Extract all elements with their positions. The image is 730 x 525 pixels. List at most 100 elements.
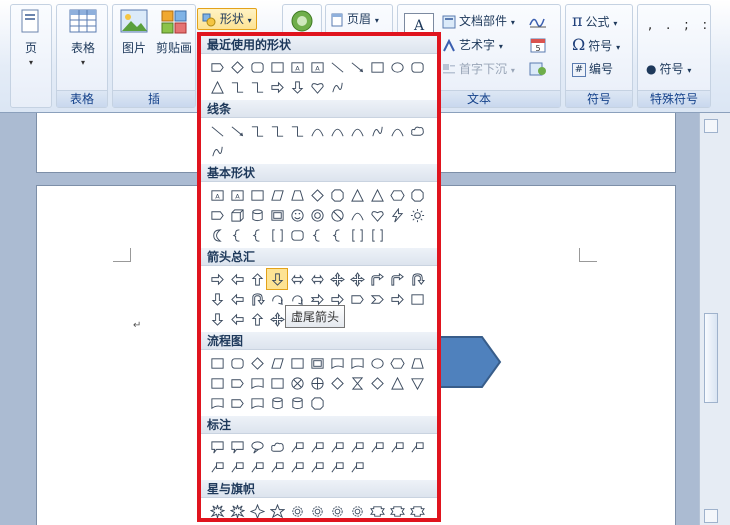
shape-brace-icon[interactable] — [367, 225, 387, 245]
shape-chevron-icon[interactable] — [367, 289, 387, 309]
shape-curve-icon[interactable] — [327, 121, 347, 141]
shape-heart-icon[interactable] — [307, 77, 327, 97]
shape-uturn-icon[interactable] — [247, 289, 267, 309]
shape-can-icon[interactable] — [287, 393, 307, 413]
shape-darrow-icon[interactable] — [287, 77, 307, 97]
shape-linecall-icon[interactable] — [307, 457, 327, 477]
shape-rarrow-icon[interactable] — [267, 77, 287, 97]
shape-quad-icon[interactable] — [347, 269, 367, 289]
shape-pent-icon[interactable] — [227, 373, 247, 393]
shape-rarrow-icon[interactable] — [387, 289, 407, 309]
shape-diamond-icon[interactable] — [367, 373, 387, 393]
shape-curve-icon[interactable] — [347, 205, 367, 225]
shape-oval-icon[interactable] — [367, 353, 387, 373]
shape-trap-icon[interactable] — [407, 353, 427, 373]
shape-curve-icon[interactable] — [347, 121, 367, 141]
shape-linecall-icon[interactable] — [387, 437, 407, 457]
shape-linecall-icon[interactable] — [407, 437, 427, 457]
shape-frame-icon[interactable] — [307, 353, 327, 373]
shape-para-icon[interactable] — [267, 185, 287, 205]
shape-uarrow-icon[interactable] — [247, 309, 267, 329]
shape-ovalcall-icon[interactable] — [247, 437, 267, 457]
shape-rect-icon[interactable] — [407, 289, 427, 309]
shape-linecall-icon[interactable] — [287, 457, 307, 477]
vertical-scrollbar[interactable] — [699, 113, 730, 525]
shape-scribble-icon[interactable] — [367, 121, 387, 141]
shape-elbow-icon[interactable] — [247, 121, 267, 141]
numbering-button[interactable]: # 编号 — [572, 59, 613, 79]
shape-larrow-icon[interactable] — [227, 289, 247, 309]
shape-oct-icon[interactable] — [327, 185, 347, 205]
shape-ribbon-icon[interactable] — [367, 501, 387, 518]
shape-oval-icon[interactable] — [387, 57, 407, 77]
ruler-toggle-icon[interactable] — [704, 119, 718, 133]
shape-ribbon-icon[interactable] — [207, 521, 227, 522]
shape-bracket-icon[interactable] — [247, 225, 267, 245]
shape-burst-icon[interactable] — [227, 501, 247, 518]
shape-doc-icon[interactable] — [247, 373, 267, 393]
shape-rect-icon[interactable] — [207, 353, 227, 373]
shape-tri-icon[interactable] — [367, 185, 387, 205]
shape-hourglass-icon[interactable] — [347, 373, 367, 393]
shape-orj-icon[interactable] — [307, 373, 327, 393]
shape-curve-icon[interactable] — [387, 121, 407, 141]
shape-rrect-icon[interactable] — [287, 225, 307, 245]
scroll-thumb[interactable] — [704, 313, 718, 403]
shape-rrect-icon[interactable] — [407, 57, 427, 77]
shape-noSym-icon[interactable] — [327, 205, 347, 225]
shape-merge-icon[interactable] — [407, 373, 427, 393]
shape-smile-icon[interactable] — [287, 205, 307, 225]
shape-oct-icon[interactable] — [407, 185, 427, 205]
shape-linecall-icon[interactable] — [207, 457, 227, 477]
shape-hex-icon[interactable] — [387, 353, 407, 373]
shape-linecall-icon[interactable] — [227, 457, 247, 477]
shape-rect-icon[interactable] — [267, 57, 287, 77]
shape-quad-icon[interactable] — [327, 269, 347, 289]
shape-rrect-icon[interactable] — [227, 353, 247, 373]
shape-curve-icon[interactable] — [307, 121, 327, 141]
object-button[interactable] — [528, 61, 548, 80]
shape-brace-icon[interactable] — [347, 225, 367, 245]
shape-rect-icon[interactable] — [267, 373, 287, 393]
datetime-button[interactable]: 5 — [530, 37, 546, 56]
shape-scribble-icon[interactable] — [327, 77, 347, 97]
shape-pent-icon[interactable] — [347, 289, 367, 309]
shape-lrarrow-icon[interactable] — [307, 269, 327, 289]
dropcap-button[interactable]: 首字下沉 ▾ — [442, 59, 515, 79]
shape-seal-icon[interactable] — [307, 501, 327, 518]
shape-scribble-icon[interactable] — [207, 141, 227, 161]
shape-cloud-icon[interactable] — [267, 437, 287, 457]
shape-can-icon[interactable] — [247, 205, 267, 225]
shape-darrow-icon[interactable] — [207, 289, 227, 309]
shape-linecall-icon[interactable] — [307, 437, 327, 457]
shape-textbox-icon[interactable]: A — [207, 185, 227, 205]
shape-wave-icon[interactable] — [247, 521, 267, 522]
shape-burst-icon[interactable] — [207, 501, 227, 518]
shape-elbow-icon[interactable] — [267, 121, 287, 141]
shape-elbow-icon[interactable] — [227, 77, 247, 97]
shape-seal-icon[interactable] — [347, 501, 367, 518]
shape-larrow-icon[interactable] — [227, 309, 247, 329]
shape-callout-icon[interactable] — [227, 437, 247, 457]
shape-seal-icon[interactable] — [327, 501, 347, 518]
shape-arrowline-icon[interactable] — [227, 121, 247, 141]
shape-sun-icon[interactable] — [407, 205, 427, 225]
signature-line-button[interactable] — [528, 13, 548, 32]
header-button[interactable]: 页眉 ▾ — [330, 9, 379, 29]
shape-ribbon-icon[interactable] — [227, 521, 247, 522]
shape-arrowline-icon[interactable] — [347, 57, 367, 77]
shape-heart-icon[interactable] — [367, 205, 387, 225]
symbol-button[interactable]: Ω 符号 ▾ — [572, 35, 620, 55]
shape-linecall-icon[interactable] — [347, 437, 367, 457]
shape-brace-icon[interactable] — [267, 225, 287, 245]
shape-hex-icon[interactable] — [387, 185, 407, 205]
shape-uarrow-icon[interactable] — [247, 269, 267, 289]
shape-rect-icon[interactable] — [207, 373, 227, 393]
wordart-button[interactable]: 艺术字 ▾ — [442, 35, 503, 55]
shape-circarrow-icon[interactable] — [267, 289, 287, 309]
shape-linecall-icon[interactable] — [367, 437, 387, 457]
shape-star5-icon[interactable] — [267, 501, 287, 518]
shape-bracket-icon[interactable] — [327, 225, 347, 245]
shape-cube-icon[interactable] — [227, 205, 247, 225]
shape-quad-icon[interactable] — [267, 309, 287, 329]
